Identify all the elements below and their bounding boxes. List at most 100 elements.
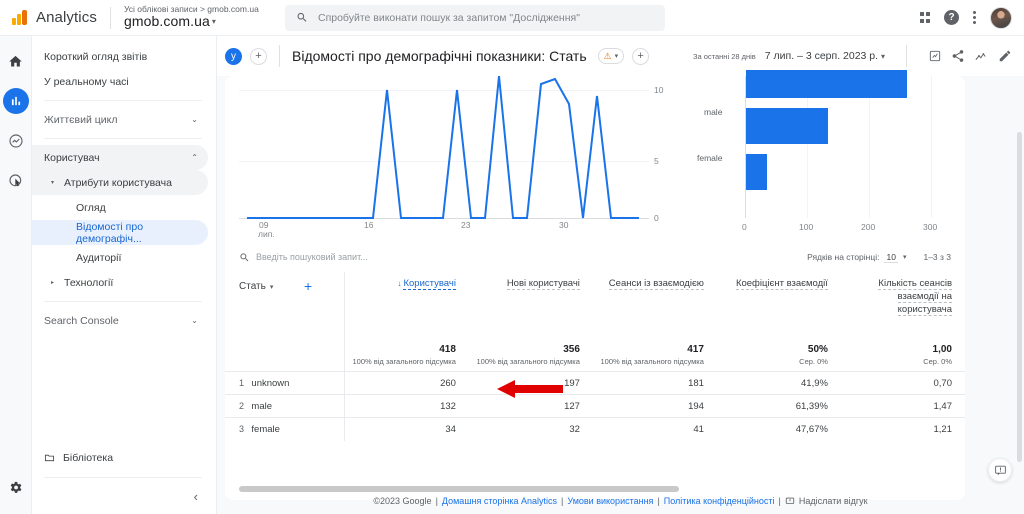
copyright: ©2023 Google <box>373 496 432 506</box>
sidebar-item-label: У реальному часі <box>44 75 129 88</box>
footer-link-home[interactable]: Домашня сторінка Analytics <box>442 496 557 506</box>
column-header-engaged-sessions[interactable]: Сеанси із взаємодією <box>593 272 717 344</box>
dimension-header[interactable]: Стать ▾ + <box>225 272 345 344</box>
warning-chip[interactable]: ⚠ ▾ <box>597 48 625 65</box>
xtick-label: 16 <box>364 220 374 230</box>
row-users: 260 <box>344 371 469 395</box>
chevron-down-icon: ▾ <box>880 52 885 61</box>
sidebar-item-reports-snapshot[interactable]: Короткий огляд звітів <box>32 44 208 69</box>
summary-note: Сер. 0% <box>923 357 952 366</box>
add-dimension-button[interactable]: + <box>304 278 312 294</box>
table-search-input[interactable] <box>256 252 446 262</box>
column-header-users[interactable]: ↓ Користувачі <box>344 272 469 344</box>
sidebar-item-realtime[interactable]: У реальному часі <box>32 69 208 94</box>
footer-feedback-label[interactable]: Надіслати відгук <box>799 496 868 506</box>
table-summary-row: 418 100% від загального підсумка 356 100% … <box>225 344 965 372</box>
chevron-down-icon[interactable]: ▾ <box>903 253 907 261</box>
sidebar-item-library[interactable]: Бібліотека <box>32 445 216 470</box>
footer-link-privacy[interactable]: Політика конфіденційності <box>664 496 775 506</box>
sidebar-item-overview[interactable]: Огляд <box>32 195 208 220</box>
sidebar-divider <box>44 138 202 139</box>
sidebar-item-demographic-details[interactable]: Відомості про демографіч... <box>32 220 208 245</box>
add-comparison-button[interactable]: + <box>250 47 267 65</box>
row-dimension[interactable]: male <box>251 395 345 418</box>
sidebar-item-label: Короткий огляд звітів <box>44 50 148 63</box>
row-dimension[interactable]: female <box>251 418 345 441</box>
footer-sep: | <box>561 496 564 506</box>
sort-desc-icon: ↓ <box>397 279 402 288</box>
sidebar-item-audiences[interactable]: Аудиторії <box>32 245 208 270</box>
home-icon <box>9 55 22 66</box>
bar-female <box>746 154 767 190</box>
sidebar-divider <box>44 477 202 478</box>
summary-engagement-rate: 50% Сер. 0% <box>717 344 841 372</box>
titlebar-divider <box>279 45 280 67</box>
more-vert-icon[interactable] <box>973 11 976 24</box>
insights-icon[interactable] <box>928 49 942 63</box>
report-card: 09 лип. 16 23 30 10 5 0 male female 0 10… <box>225 70 965 500</box>
chevron-down-icon: ▾ <box>614 53 619 61</box>
charts-area: 09 лип. 16 23 30 10 5 0 male female 0 10… <box>225 70 965 242</box>
summary-value: 50% <box>807 344 828 355</box>
column-header-engagement-rate[interactable]: Коефіцієнт взаємодії <box>717 272 841 344</box>
help-icon[interactable]: ? <box>944 10 959 25</box>
table-search[interactable] <box>239 252 446 263</box>
rail-item-admin[interactable] <box>3 474 29 500</box>
sidebar-item-lifecycle[interactable]: Життєвий цикл ⌄ <box>32 107 208 132</box>
sidebar-item-tech[interactable]: ▸ Технології <box>32 270 208 295</box>
table-row[interactable]: 2 male 132 127 194 61,39% 1,47 <box>225 394 965 418</box>
sidebar-item-label: Search Console <box>44 314 119 327</box>
comparison-badge[interactable]: у <box>225 47 242 65</box>
column-header-engaged-sessions-per-user[interactable]: Кількість сеансів взаємодії на користува… <box>841 272 965 344</box>
page-vertical-scrollbar[interactable] <box>1017 132 1022 462</box>
row-dimension[interactable]: unknown <box>251 372 345 395</box>
feedback-button[interactable] <box>988 458 1012 482</box>
bar-category-label: female <box>697 153 723 163</box>
compare-icon[interactable] <box>974 49 989 64</box>
red-arrow-annotation <box>497 380 563 398</box>
share-icon[interactable] <box>951 49 965 63</box>
analytics-logo-icon <box>12 10 27 25</box>
column-label: Кількість сеансів взаємодії на користува… <box>878 278 952 316</box>
avatar[interactable] <box>990 6 1012 29</box>
page-title-text: Відомості про демографічні показники: Ст… <box>292 47 587 64</box>
footer-link-terms[interactable]: Умови використання <box>567 496 653 506</box>
row-users: 132 <box>344 394 469 418</box>
date-range-picker[interactable]: 7 лип. – 3 серп. 2023 р. ▾ <box>765 50 885 62</box>
row-index: 2 <box>239 401 245 411</box>
rail-item-explore[interactable] <box>3 128 29 154</box>
account-switcher[interactable]: Усі облікові записи > gmob.com.ua gmob.c… <box>124 4 259 30</box>
summary-users: 418 100% від загального підсумка <box>344 344 469 372</box>
actions-divider <box>906 45 907 67</box>
feedback-icon <box>785 497 795 504</box>
sidebar-item-label: Аудиторії <box>76 251 122 264</box>
footer-sep: | <box>435 496 438 506</box>
summary-sessions-per-user: 1,00 Сер. 0% <box>841 344 965 372</box>
sidebar-item-user-attributes[interactable]: ▾ Атрибути користувача <box>32 170 208 195</box>
top-header: Analytics Усі облікові записи > gmob.com… <box>0 0 1024 36</box>
footer-sep: | <box>778 496 781 506</box>
search-input[interactable] <box>317 11 654 24</box>
sidebar-item-user[interactable]: Користувач ⌃ <box>32 145 208 170</box>
apps-grid-icon[interactable] <box>919 12 930 23</box>
global-search[interactable] <box>284 4 665 31</box>
sidebar-item-label: Користувач <box>44 151 100 164</box>
edit-icon[interactable] <box>998 49 1012 63</box>
add-filter-button[interactable]: + <box>632 47 650 65</box>
table-row[interactable]: 1 unknown 260 197 181 41,9% 0,70 <box>225 371 965 395</box>
rail-item-reports[interactable] <box>2 88 29 114</box>
rail-item-home[interactable] <box>3 48 29 74</box>
rail-item-advertising[interactable] <box>3 168 29 194</box>
summary-value: 418 <box>439 344 456 355</box>
chevron-down-icon[interactable]: ▾ <box>270 284 274 291</box>
rows-per-page-value[interactable]: 10 <box>884 252 898 263</box>
row-sessions-per-user: 1,47 <box>933 400 953 412</box>
column-header-new-users[interactable]: Нові користувачі <box>469 272 593 344</box>
search-icon <box>240 252 249 261</box>
reports-bar-icon <box>11 96 20 106</box>
sidebar-item-search-console[interactable]: Search Console ⌄ <box>32 308 208 333</box>
summary-note: 100% від загального підсумка <box>600 357 704 366</box>
collapse-sidebar-button[interactable]: ‹ <box>194 489 198 504</box>
table-row[interactable]: 3 female 34 32 41 47,67% 1,21 <box>225 417 965 441</box>
sidebar-item-label: Технології <box>64 276 114 289</box>
